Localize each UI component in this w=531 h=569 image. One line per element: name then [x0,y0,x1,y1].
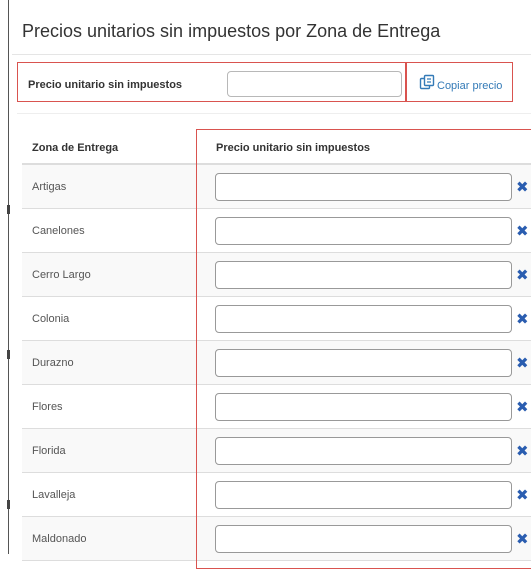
resize-handle[interactable] [7,350,10,359]
zone-name: Cerro Largo [32,269,91,281]
copy-icon [419,74,435,90]
left-border-rule [8,0,9,554]
zone-name: Flores [32,401,63,413]
column-header-zone: Zona de Entrega [32,142,119,154]
zone-name: Colonia [32,313,70,325]
copy-price-button[interactable]: Copiar precio [406,62,513,102]
resize-handle[interactable] [7,500,10,509]
zone-name: Florida [32,445,66,457]
zone-name: Maldonado [32,533,87,545]
copy-price-button-label: Copiar precio [437,80,503,92]
zone-name: Artigas [32,181,67,193]
resize-handle[interactable] [7,205,10,214]
price-column-highlight [196,129,531,569]
title-divider [12,54,531,55]
zone-name: Canelones [32,225,85,237]
zone-name: Lavalleja [32,489,76,501]
section-divider [17,113,531,114]
copy-price-input[interactable] [227,71,402,97]
copy-price-label: Precio unitario sin impuestos [28,79,183,91]
zone-name: Durazno [32,357,74,369]
page-title: Precios unitarios sin impuestos por Zona… [22,21,441,41]
copy-price-field-group: Precio unitario sin impuestos [17,62,406,102]
